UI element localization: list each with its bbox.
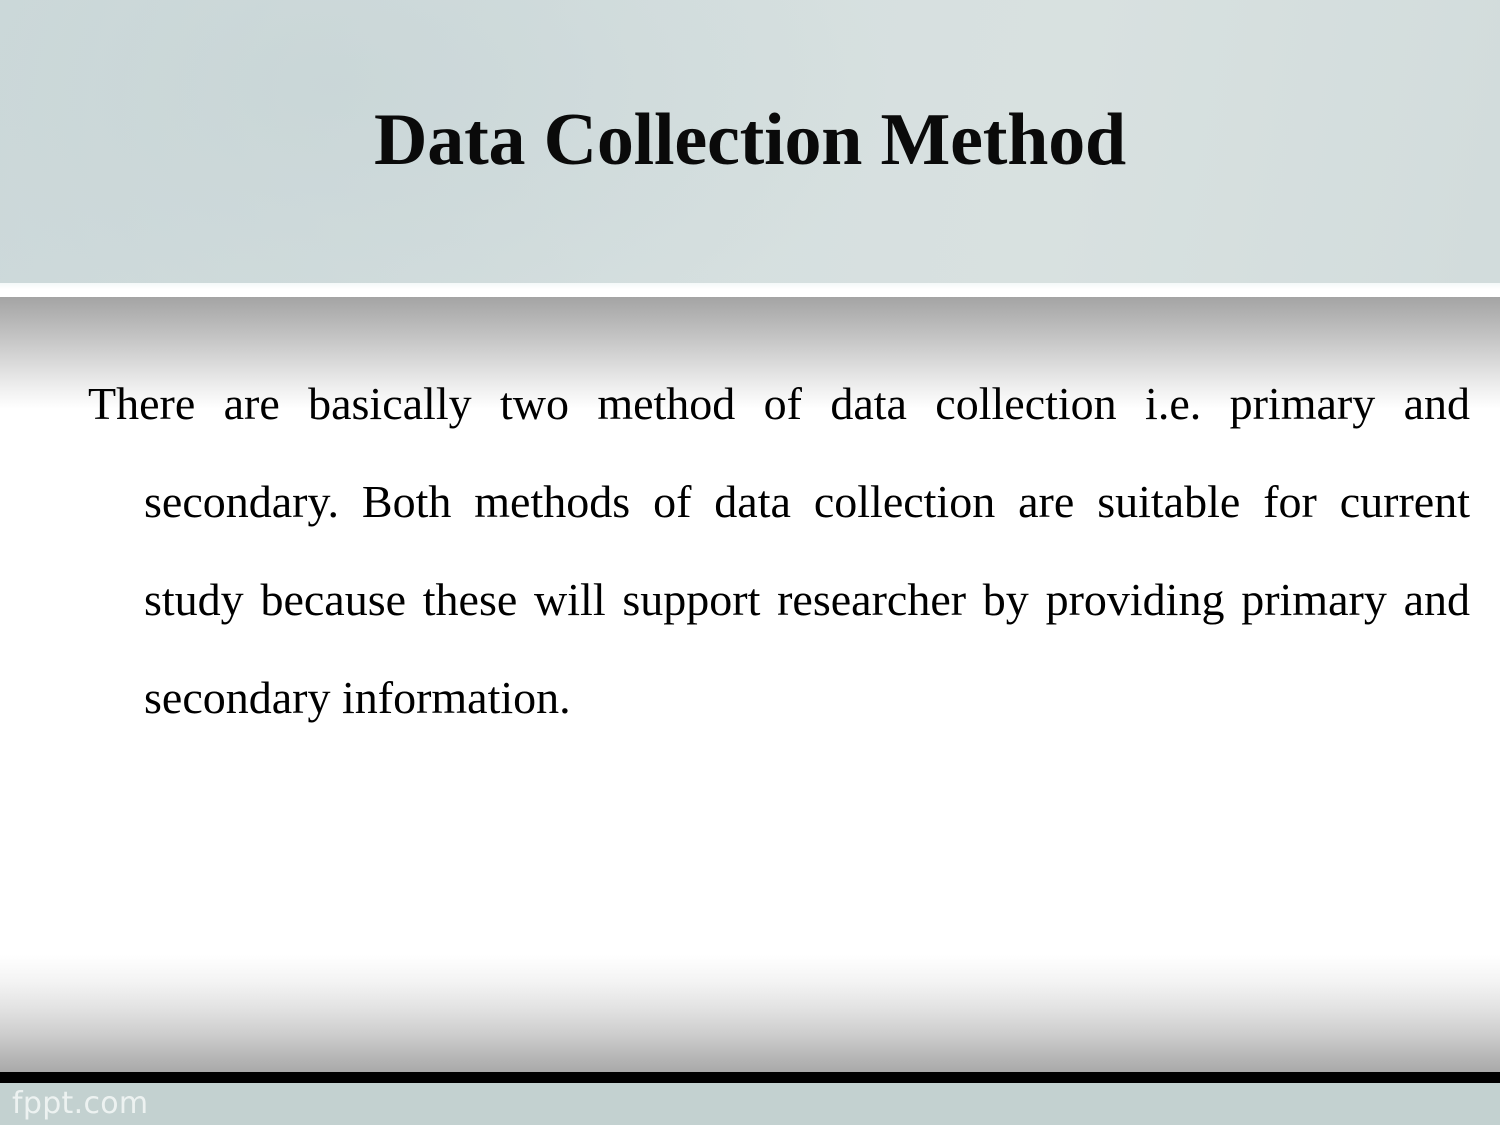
slide-bottom-black-bar bbox=[0, 1072, 1500, 1083]
slide-body-area: There are basically two method of data c… bbox=[0, 355, 1500, 955]
presentation-slide: Data Collection Method There are basical… bbox=[0, 0, 1500, 1125]
slide-title: Data Collection Method bbox=[374, 99, 1126, 181]
slide-header-band: Data Collection Method bbox=[0, 0, 1500, 283]
slide-bottom-gradient bbox=[0, 955, 1500, 1072]
header-divider-highlight bbox=[0, 283, 1500, 297]
slide-footer-band bbox=[0, 1083, 1500, 1125]
slide-body-paragraph: There are basically two method of data c… bbox=[88, 378, 1470, 723]
footer-watermark-fppt: fppt.com bbox=[12, 1086, 149, 1121]
